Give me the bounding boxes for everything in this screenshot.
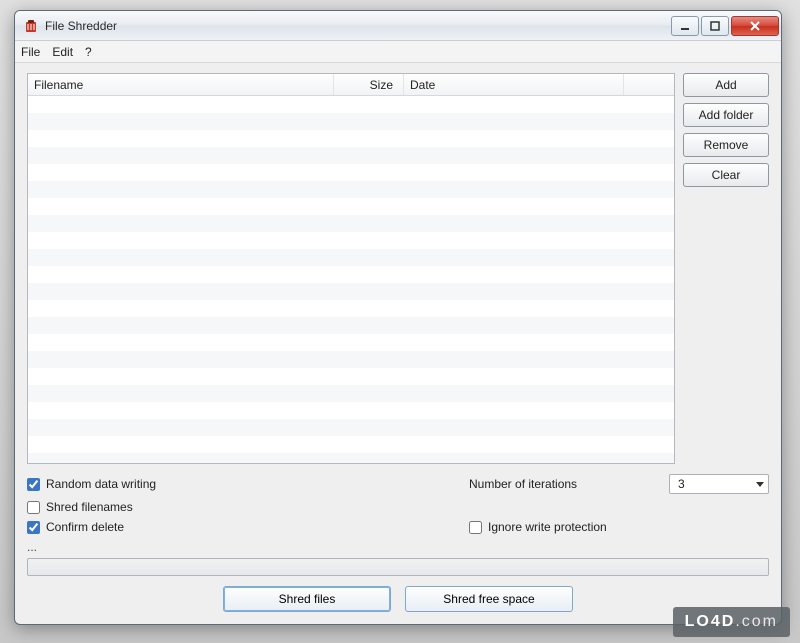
listview-header: Filename Size Date <box>28 74 674 96</box>
action-bar: Shred files Shred free space <box>27 576 769 616</box>
random-data-writing-label: Random data writing <box>46 477 156 491</box>
random-data-writing-option[interactable]: Random data writing <box>27 477 459 491</box>
random-data-writing-checkbox[interactable] <box>27 478 40 491</box>
content-area: Filename Size Date Add Add folder Remove… <box>15 63 781 624</box>
file-listview[interactable]: Filename Size Date <box>27 73 675 464</box>
listview-body[interactable] <box>28 96 674 463</box>
shred-filenames-label: Shred filenames <box>46 500 133 514</box>
watermark: LO4D.com <box>673 607 790 637</box>
app-icon <box>23 18 39 34</box>
column-date[interactable]: Date <box>404 74 624 95</box>
ignore-write-protection-option[interactable]: Ignore write protection <box>469 520 769 534</box>
options-panel: Random data writing Number of iterations… <box>27 474 769 534</box>
maximize-icon <box>710 21 720 31</box>
upper-panel: Filename Size Date Add Add folder Remove… <box>27 73 769 464</box>
status-text: ... <box>27 540 769 554</box>
maximize-button[interactable] <box>701 16 729 36</box>
watermark-brand: LO4D <box>685 613 736 630</box>
remove-button[interactable]: Remove <box>683 133 769 157</box>
side-button-column: Add Add folder Remove Clear <box>683 73 769 464</box>
minimize-button[interactable] <box>671 16 699 36</box>
ignore-write-protection-checkbox[interactable] <box>469 521 482 534</box>
clear-button[interactable]: Clear <box>683 163 769 187</box>
shred-filenames-option[interactable]: Shred filenames <box>27 500 459 514</box>
confirm-delete-checkbox[interactable] <box>27 521 40 534</box>
shred-files-button[interactable]: Shred files <box>223 586 391 612</box>
menu-help[interactable]: ? <box>85 45 92 59</box>
chevron-down-icon <box>756 482 764 487</box>
menu-file[interactable]: File <box>21 45 40 59</box>
menu-edit[interactable]: Edit <box>52 45 73 59</box>
confirm-delete-label: Confirm delete <box>46 520 124 534</box>
menubar: File Edit ? <box>15 41 781 63</box>
confirm-delete-option[interactable]: Confirm delete <box>27 520 459 534</box>
iterations-value: 3 <box>678 477 685 491</box>
shred-free-space-button[interactable]: Shred free space <box>405 586 573 612</box>
column-spacer <box>624 74 674 95</box>
watermark-suffix: .com <box>735 613 778 630</box>
column-filename[interactable]: Filename <box>28 74 334 95</box>
shred-filenames-checkbox[interactable] <box>27 501 40 514</box>
window-title: File Shredder <box>45 19 669 33</box>
close-icon <box>749 20 761 32</box>
titlebar[interactable]: File Shredder <box>15 11 781 41</box>
minimize-icon <box>680 21 690 31</box>
ignore-write-protection-label: Ignore write protection <box>488 520 607 534</box>
add-button[interactable]: Add <box>683 73 769 97</box>
file-list-area: Filename Size Date <box>27 73 675 464</box>
add-folder-button[interactable]: Add folder <box>683 103 769 127</box>
app-window: File Shredder File Edit ? Filename Size <box>14 10 782 625</box>
close-button[interactable] <box>731 16 779 36</box>
iterations-label: Number of iterations <box>469 477 659 491</box>
iterations-select[interactable]: 3 <box>669 474 769 494</box>
progress-bar <box>27 558 769 576</box>
column-size[interactable]: Size <box>334 74 404 95</box>
